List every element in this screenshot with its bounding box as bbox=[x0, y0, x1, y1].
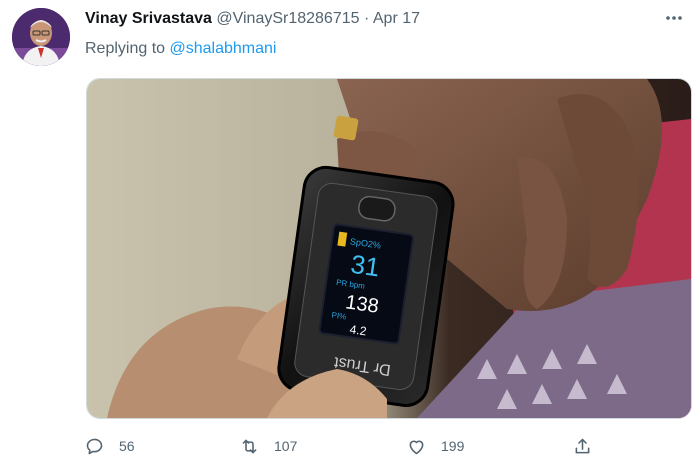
author-handle[interactable]: @VinaySr18286715 bbox=[216, 10, 359, 27]
avatar-photo bbox=[12, 8, 70, 66]
avatar[interactable] bbox=[12, 8, 70, 66]
reply-mention-link[interactable]: @shalabhmani bbox=[170, 40, 277, 57]
more-options-icon[interactable] bbox=[664, 8, 684, 28]
oximeter-photo: SpO2% 31 PR bpm 138 PI% 4.2 Dr Trust bbox=[87, 79, 691, 418]
pi-value: 4.2 bbox=[349, 322, 368, 338]
retweet-button[interactable]: 107 bbox=[239, 432, 297, 460]
like-button[interactable]: 199 bbox=[406, 432, 464, 460]
like-icon bbox=[409, 440, 424, 454]
retweet-count: 107 bbox=[274, 438, 298, 454]
reply-prefix: Replying to bbox=[85, 40, 166, 57]
reply-button[interactable]: 56 bbox=[84, 432, 135, 460]
replying-to: Replying to @shalabhmani bbox=[85, 40, 276, 58]
tweet-date[interactable]: Apr 17 bbox=[373, 10, 420, 27]
like-count: 199 bbox=[441, 438, 465, 454]
author-name[interactable]: Vinay Srivastava bbox=[85, 10, 212, 27]
pr-value: 138 bbox=[344, 291, 380, 317]
separator: · bbox=[363, 10, 370, 27]
tweet-media-photo[interactable]: SpO2% 31 PR bpm 138 PI% 4.2 Dr Trust bbox=[86, 78, 692, 419]
retweet-icon bbox=[242, 439, 257, 453]
reply-icon bbox=[86, 438, 103, 454]
tweet-actions: 56 107 199 bbox=[84, 432, 604, 460]
tweet-header: Vinay Srivastava @VinaySr18286715 · Apr … bbox=[85, 10, 680, 32]
share-button[interactable] bbox=[572, 432, 593, 460]
share-icon bbox=[575, 438, 590, 453]
tweet: Vinay Srivastava @VinaySr18286715 · Apr … bbox=[0, 0, 700, 465]
spo2-value: 31 bbox=[349, 249, 382, 283]
reply-count: 56 bbox=[119, 438, 135, 454]
